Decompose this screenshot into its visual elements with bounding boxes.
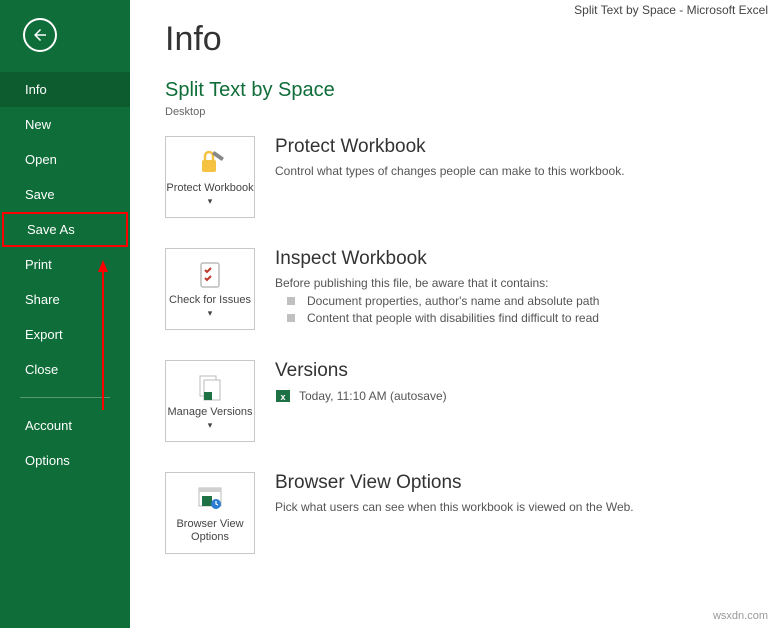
window-title: Split Text by Space - Microsoft Excel xyxy=(574,3,768,17)
excel-file-icon: x xyxy=(275,388,291,404)
sidebar-item-close[interactable]: Close xyxy=(0,352,130,387)
svg-text:x: x xyxy=(280,392,285,402)
sidebar-divider xyxy=(20,397,110,398)
tile-label: Check for Issues ▾ xyxy=(166,294,254,320)
sidebar-item-export[interactable]: Export xyxy=(0,317,130,352)
section-title: Inspect Workbook xyxy=(275,248,778,270)
browser-view-icon xyxy=(194,482,226,514)
page-title: Info xyxy=(165,20,778,59)
back-arrow-icon xyxy=(31,26,49,44)
section-title: Versions xyxy=(275,360,778,382)
section-title: Protect Workbook xyxy=(275,136,778,158)
section-title: Browser View Options xyxy=(275,472,778,494)
inspect-bullets: Document properties, author's name and a… xyxy=(275,294,778,325)
sidebar-item-new[interactable]: New xyxy=(0,107,130,142)
section-desc: Before publishing this file, be aware th… xyxy=(275,276,778,290)
sidebar-menu: Info New Open Save Save As Print Share E… xyxy=(0,72,130,478)
bullet-icon xyxy=(287,297,295,305)
tile-label: Manage Versions ▾ xyxy=(166,406,254,432)
sidebar-item-save[interactable]: Save xyxy=(0,177,130,212)
sidebar-item-open[interactable]: Open xyxy=(0,142,130,177)
version-entry[interactable]: x Today, 11:10 AM (autosave) xyxy=(275,388,778,404)
inspect-section: Check for Issues ▾ Inspect Workbook Befo… xyxy=(165,248,778,330)
sidebar-item-options[interactable]: Options xyxy=(0,443,130,478)
lock-key-icon xyxy=(194,146,226,178)
bullet-icon xyxy=(287,314,295,322)
manage-versions-button[interactable]: Manage Versions ▾ xyxy=(165,360,255,442)
sidebar-item-print[interactable]: Print xyxy=(0,247,130,282)
sidebar-item-save-as[interactable]: Save As xyxy=(2,212,128,247)
checklist-icon xyxy=(194,258,226,290)
browser-view-button[interactable]: Browser View Options xyxy=(165,472,255,554)
document-title: Split Text by Space xyxy=(165,79,778,102)
watermark: wsxdn.com xyxy=(713,610,768,622)
tile-label: Browser View Options xyxy=(166,518,254,544)
versions-section: Manage Versions ▾ Versions x Today, 11:1… xyxy=(165,360,778,442)
list-item: Content that people with disabilities fi… xyxy=(275,311,778,325)
document-path: Desktop xyxy=(165,106,778,118)
protect-section: Protect Workbook ▾ Protect Workbook Cont… xyxy=(165,136,778,218)
tile-label: Protect Workbook ▾ xyxy=(166,182,254,208)
main-content: Info Split Text by Space Desktop Protect… xyxy=(130,0,778,554)
protect-workbook-button[interactable]: Protect Workbook ▾ xyxy=(165,136,255,218)
versions-icon xyxy=(194,370,226,402)
sidebar-item-share[interactable]: Share xyxy=(0,282,130,317)
sidebar-item-account[interactable]: Account xyxy=(0,408,130,443)
section-desc: Control what types of changes people can… xyxy=(275,164,778,178)
sidebar-item-info[interactable]: Info xyxy=(0,72,130,107)
list-item: Document properties, author's name and a… xyxy=(275,294,778,308)
section-desc: Pick what users can see when this workbo… xyxy=(275,500,778,514)
back-button[interactable] xyxy=(23,18,57,52)
backstage-sidebar: Info New Open Save Save As Print Share E… xyxy=(0,0,130,628)
check-issues-button[interactable]: Check for Issues ▾ xyxy=(165,248,255,330)
browser-section: Browser View Options Browser View Option… xyxy=(165,472,778,554)
